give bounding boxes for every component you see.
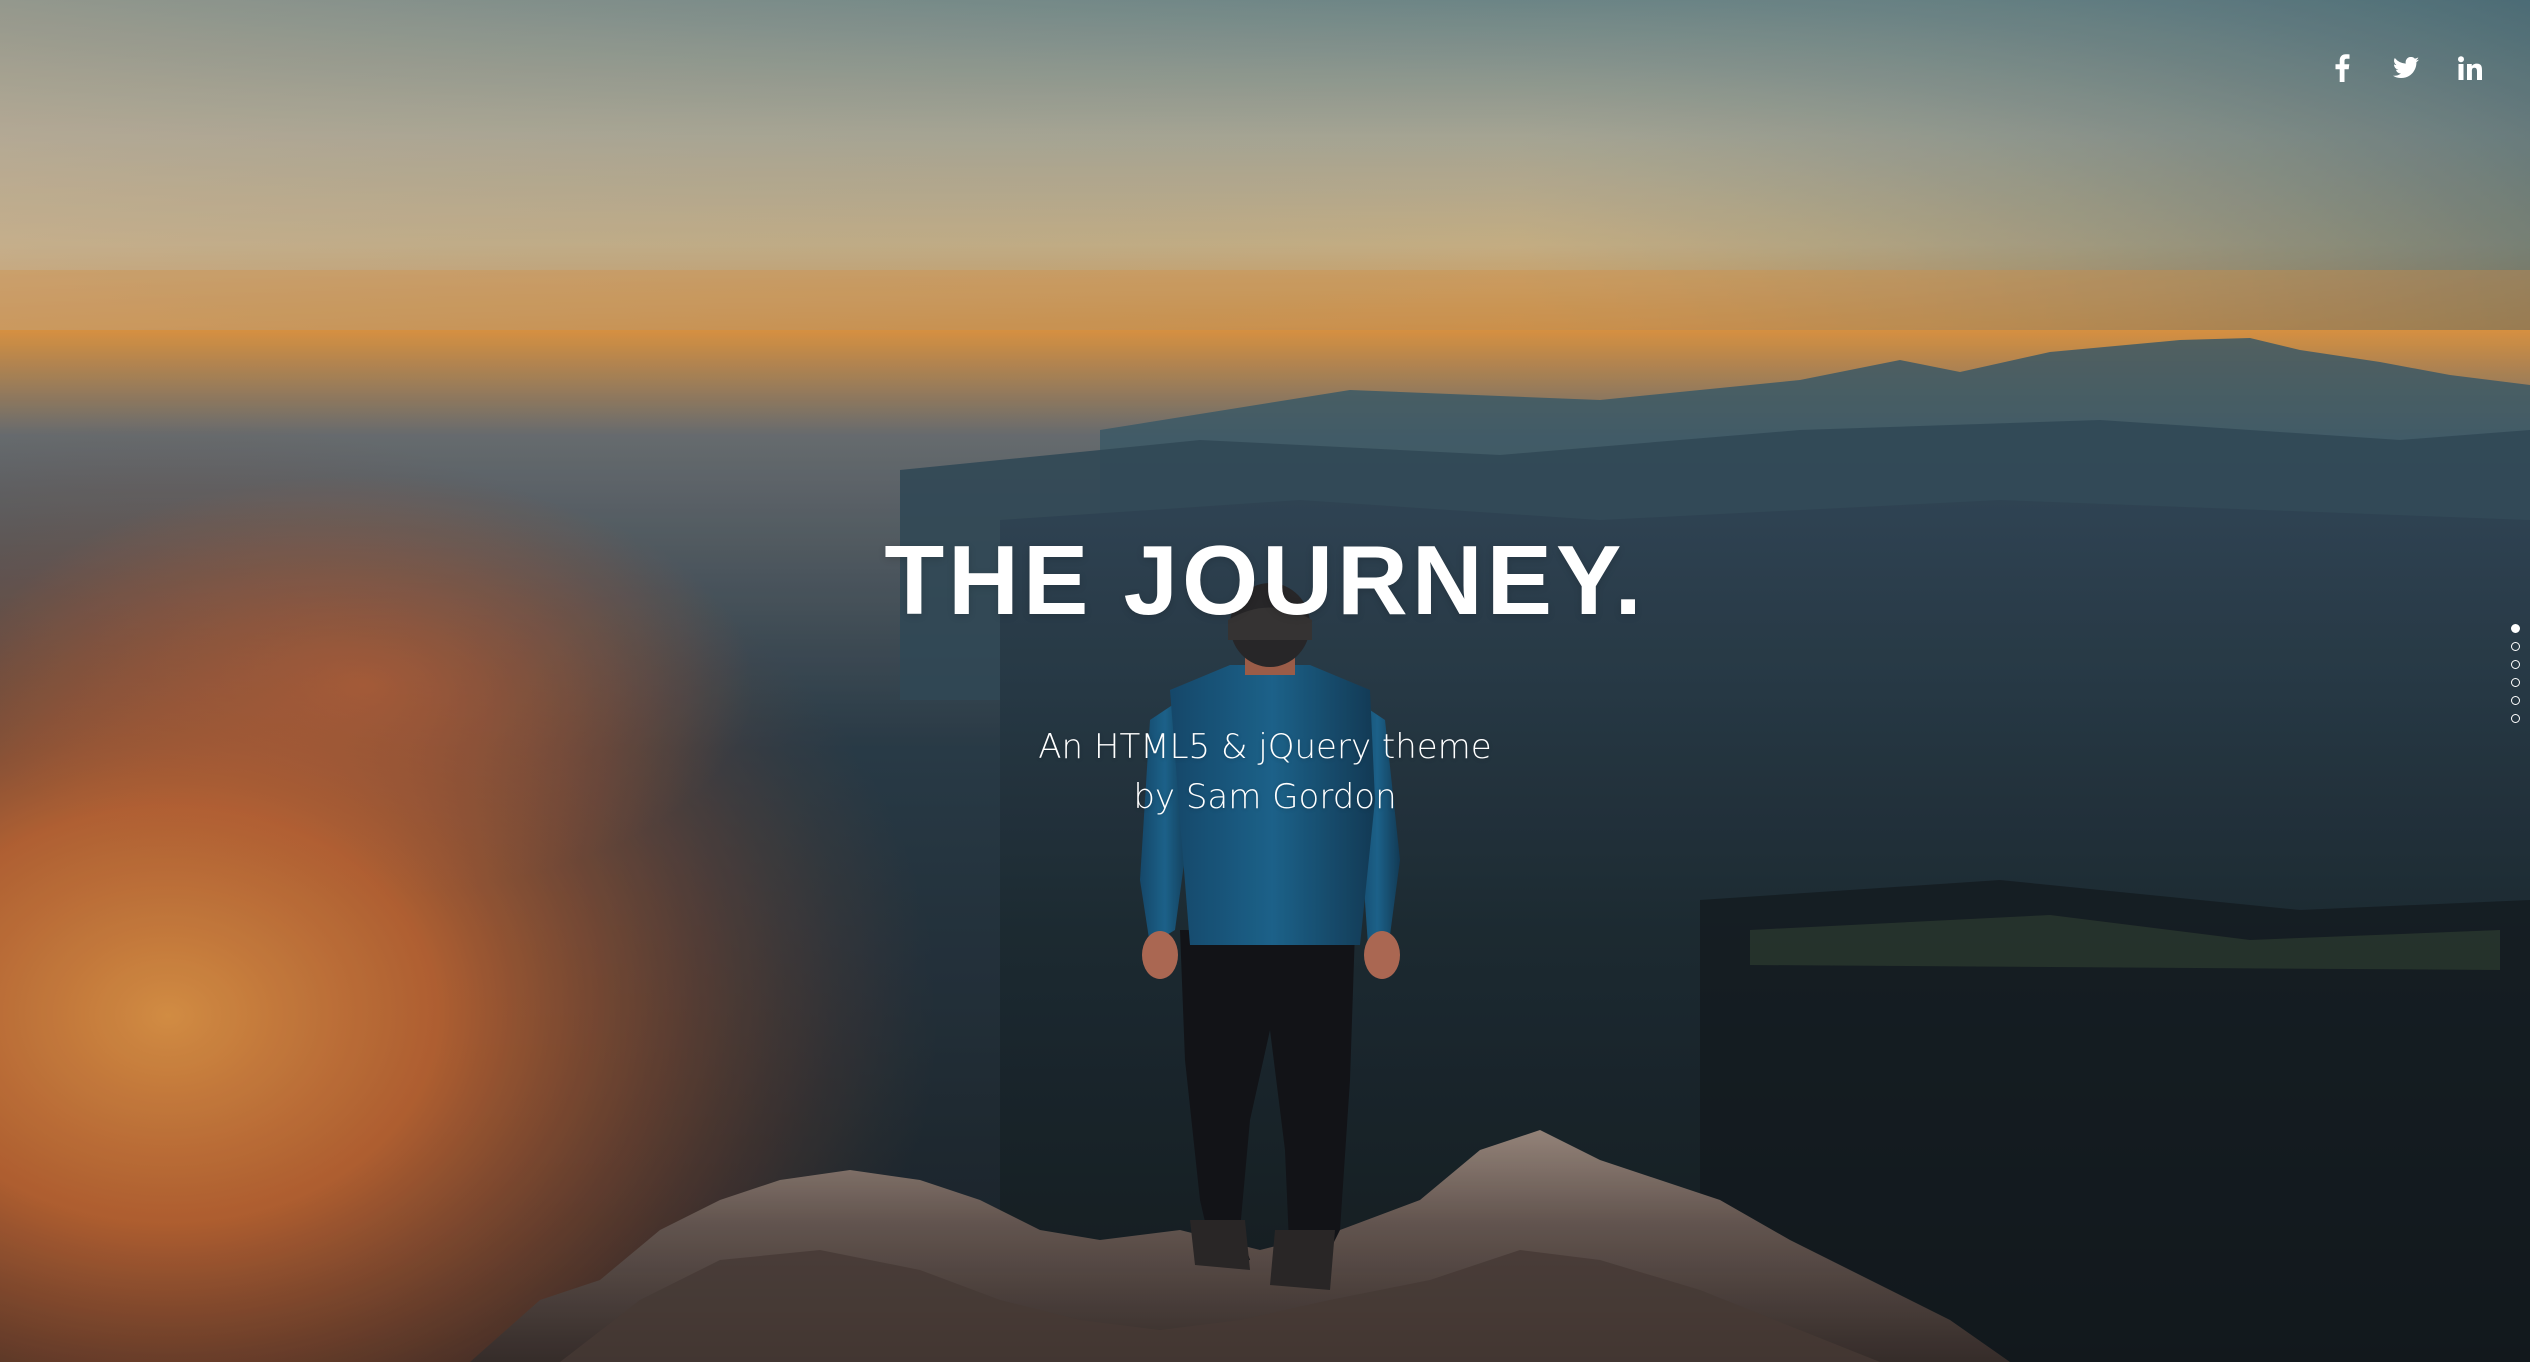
- linkedin-icon: [2458, 56, 2482, 80]
- social-links: [2310, 48, 2502, 88]
- hero-section: THE JOURNEY. An HTML5 & jQuery theme by …: [0, 0, 2530, 1362]
- hero-text: THE JOURNEY. An HTML5 & jQuery theme by …: [0, 520, 2530, 822]
- twitter-link[interactable]: [2374, 48, 2438, 88]
- hero-subtitle: An HTML5 & jQuery theme by Sam Gordon: [0, 722, 2530, 822]
- page-title: THE JOURNEY.: [884, 525, 1646, 635]
- section-nav-dot[interactable]: [2511, 660, 2520, 669]
- section-nav-dot[interactable]: [2511, 678, 2520, 687]
- section-nav-dot[interactable]: [2511, 642, 2520, 651]
- section-nav-dot[interactable]: [2511, 696, 2520, 705]
- section-nav-dot[interactable]: [2511, 624, 2520, 633]
- facebook-icon: [2335, 54, 2350, 82]
- subtitle-line-1: An HTML5 & jQuery theme: [1038, 727, 1492, 767]
- twitter-icon: [2393, 57, 2419, 79]
- subtitle-line-2: by Sam Gordon: [1133, 777, 1397, 817]
- section-nav-dots: [2511, 624, 2520, 723]
- facebook-link[interactable]: [2310, 48, 2374, 88]
- linkedin-link[interactable]: [2438, 48, 2502, 88]
- section-nav-dot[interactable]: [2511, 714, 2520, 723]
